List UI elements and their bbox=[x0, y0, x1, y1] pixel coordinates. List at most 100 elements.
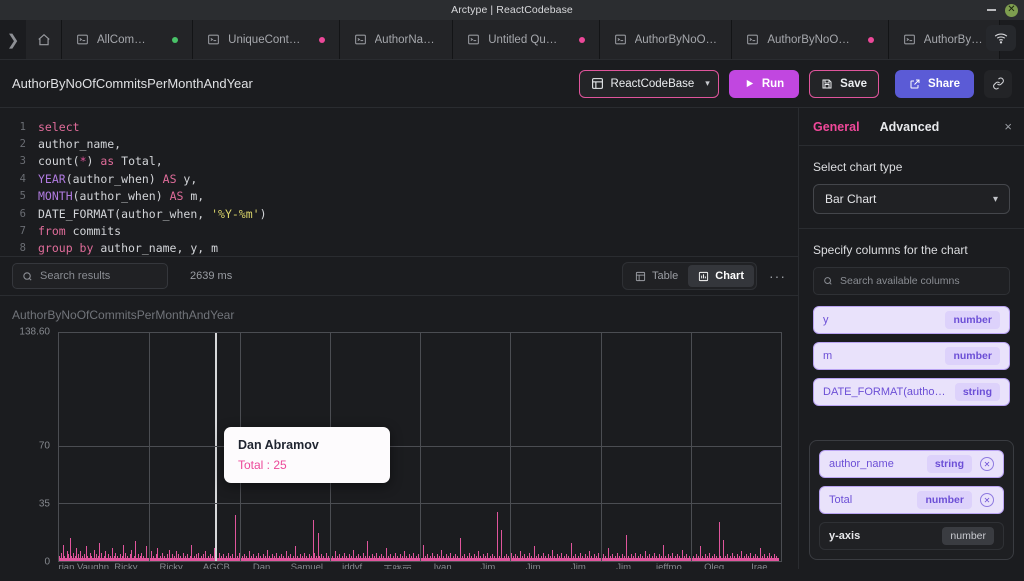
tab-item[interactable]: UniqueContrib bbox=[193, 20, 340, 59]
window-title: Arctype | ReactCodebase bbox=[451, 4, 573, 16]
app-root: Arctype | ReactCodebase ✕ ❯ AllCommits Un… bbox=[0, 0, 1024, 581]
tooltip-value: Total : 25 bbox=[238, 458, 287, 472]
chart-plot-area: 138.60 70 35 0 Dan Abramov Total : 25 bbox=[12, 327, 782, 568]
chart-bar[interactable] bbox=[718, 521, 720, 561]
query-toolbar: AuthorByNoOfCommitsPerMonthAndYear React… bbox=[0, 60, 1024, 108]
columns-search-placeholder: Search available columns bbox=[840, 275, 960, 287]
grid-line-vertical bbox=[510, 333, 512, 561]
minimize-icon[interactable] bbox=[987, 9, 996, 11]
close-icon[interactable]: ✕ bbox=[1005, 3, 1018, 17]
chart-bar[interactable] bbox=[501, 529, 502, 561]
x-axis-tick: Jim bbox=[525, 562, 541, 569]
chevron-down-icon: ▾ bbox=[992, 193, 998, 205]
column-name: Total bbox=[829, 494, 853, 506]
link-icon[interactable] bbox=[984, 69, 1012, 98]
axis-row[interactable]: y-axis number bbox=[819, 522, 1004, 550]
y-axis-tick: 70 bbox=[38, 440, 50, 452]
search-results-input[interactable]: Search results bbox=[12, 263, 168, 289]
column-type: number bbox=[945, 347, 1000, 365]
chart-type-select[interactable]: Bar Chart ▾ bbox=[813, 184, 1010, 214]
floppy-icon bbox=[822, 79, 832, 88]
chart-type-section: Select chart type Bar Chart ▾ bbox=[799, 146, 1024, 229]
grid-line-vertical bbox=[149, 333, 151, 561]
x-axis-tick: Jim bbox=[480, 562, 496, 569]
panel-tabs: General Advanced × bbox=[799, 108, 1024, 146]
chart-bar[interactable] bbox=[777, 558, 779, 561]
chart-tooltip: Dan Abramov Total : 25 bbox=[224, 427, 390, 483]
line-number: 2 bbox=[19, 138, 26, 151]
tab-advanced[interactable]: Advanced bbox=[880, 120, 940, 134]
axis-type: number bbox=[942, 527, 994, 545]
axis-dropzone[interactable]: author_name string ✕ Total number ✕ y-axis num… bbox=[809, 440, 1014, 560]
share-label: Share bbox=[928, 77, 960, 90]
wifi-icon[interactable] bbox=[986, 25, 1016, 51]
chevron-right-icon[interactable]: ❯ bbox=[0, 20, 26, 59]
grid-line-vertical bbox=[420, 333, 421, 561]
chart-icon bbox=[699, 271, 709, 281]
save-label: Save bbox=[840, 77, 868, 90]
query-name[interactable]: AuthorByNoOfCommitsPerMonthAndYear bbox=[12, 76, 579, 91]
query-tab-icon bbox=[467, 33, 480, 46]
tab-item[interactable]: AuthorByNoOf... bbox=[732, 20, 889, 59]
columns-label: Specify columns for the chart bbox=[813, 243, 968, 257]
query-tab-icon bbox=[903, 33, 916, 46]
remove-column-icon[interactable]: ✕ bbox=[980, 457, 994, 471]
play-icon bbox=[746, 79, 753, 88]
save-button[interactable]: Save bbox=[809, 69, 880, 98]
x-axis-tick: Ricky bbox=[114, 562, 138, 569]
run-button[interactable]: Run bbox=[728, 69, 800, 98]
x-axis-tick: Ricky bbox=[159, 562, 183, 569]
axis-label: y-axis bbox=[829, 530, 861, 542]
columns-search-input[interactable]: Search available columns bbox=[813, 267, 1010, 295]
tab-chart[interactable]: Chart bbox=[688, 265, 754, 287]
query-tab-icon bbox=[354, 33, 367, 46]
available-columns-list: y number m number DATE_FORMAT(author_w… strin… bbox=[813, 306, 1010, 406]
query-tab-icon bbox=[614, 33, 627, 46]
remove-column-icon[interactable]: ✕ bbox=[980, 493, 994, 507]
column-type: string bbox=[926, 455, 972, 473]
line-number: 5 bbox=[19, 190, 26, 203]
column-name: DATE_FORMAT(author_w… bbox=[823, 386, 947, 398]
tab-item[interactable]: Untitled Query bbox=[453, 20, 600, 59]
x-axis-tick: 王晓丽 bbox=[383, 562, 412, 569]
tab-table[interactable]: Table bbox=[625, 265, 688, 287]
database-selector[interactable]: ReactCodeBase ▾ bbox=[578, 69, 719, 98]
x-axis-tick: jeffmo bbox=[656, 562, 682, 569]
tab-item[interactable]: AuthorByNoOf... bbox=[599, 20, 733, 59]
code-line: 1 select bbox=[0, 118, 798, 135]
selected-columns-list: author_name string ✕ Total number ✕ bbox=[819, 450, 1004, 514]
share-button[interactable]: Share bbox=[895, 69, 974, 98]
query-tab-icon bbox=[746, 33, 759, 46]
code-line: 3 count(*) as Total, bbox=[0, 153, 798, 170]
database-label: ReactCodeBase bbox=[610, 77, 695, 90]
table-icon bbox=[635, 271, 646, 281]
column-type: number bbox=[945, 311, 1000, 329]
available-column-chip[interactable]: m number bbox=[813, 342, 1010, 370]
home-icon[interactable] bbox=[26, 20, 62, 59]
code-line: 8 group by author_name, y, m bbox=[0, 240, 798, 256]
code-text: author_name, bbox=[38, 137, 122, 152]
selected-column-chip[interactable]: Total number ✕ bbox=[819, 486, 1004, 514]
tab-item[interactable]: AuthorByNo bbox=[888, 20, 1000, 59]
more-options-icon[interactable]: ··· bbox=[769, 268, 786, 284]
tab-item[interactable]: AllCommits bbox=[62, 20, 194, 59]
x-axis-tick: Samuel bbox=[290, 562, 323, 569]
available-column-chip[interactable]: DATE_FORMAT(author_w… string bbox=[813, 378, 1010, 406]
selected-column-chip[interactable]: author_name string ✕ bbox=[819, 450, 1004, 478]
x-axis-tick: Irae bbox=[751, 562, 768, 569]
tab-general[interactable]: General bbox=[813, 120, 860, 134]
chart-bar[interactable] bbox=[234, 514, 236, 561]
available-column-chip[interactable]: y number bbox=[813, 306, 1010, 334]
code-text: select bbox=[38, 119, 80, 134]
sql-editor[interactable]: 1 select 2 author_name, 3 count(*) as Total, 4… bbox=[0, 108, 798, 256]
panel-close-icon[interactable]: × bbox=[1004, 119, 1012, 134]
code-text: group by author_name, y, m bbox=[38, 241, 219, 256]
axis-rows-list: y-axis number bbox=[819, 522, 1004, 550]
tab-label: AuthorByNo bbox=[923, 33, 985, 46]
x-axis-tick: Oleg bbox=[704, 562, 725, 569]
run-label: Run bbox=[761, 77, 785, 90]
chart-type-label: Select chart type bbox=[813, 160, 903, 174]
tab-item[interactable]: AuthorName bbox=[339, 20, 454, 59]
code-line: 4 YEAR(author_when) AS y, bbox=[0, 170, 798, 187]
chart-title: AuthorByNoOfCommitsPerMonthAndYear bbox=[12, 308, 235, 322]
